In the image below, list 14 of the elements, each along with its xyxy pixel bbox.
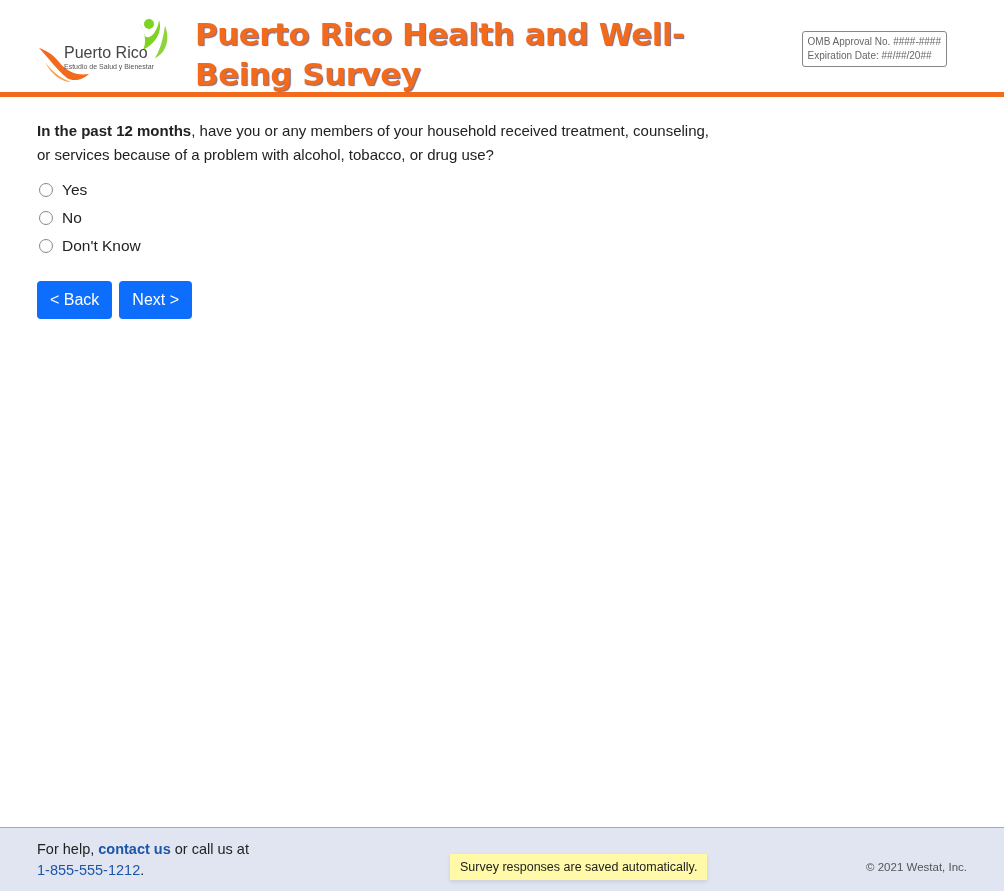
option-label[interactable]: No [62, 209, 82, 227]
help-text: For help, contact us or call us at 1-855-555-1212. [37, 839, 250, 880]
survey-title: Puerto Rico Health and Well-Being Survey [195, 15, 686, 94]
nav-button[interactable]: < Back [37, 281, 113, 319]
omb-line: Expiration Date: ##/##/20## [807, 49, 933, 63]
question-text: In the past 12 months, have you or any members of your household received treatment, counseling, or services because of a problem with alcohol, tobacco, or drug use? [37, 121, 710, 165]
option-label[interactable]: Don't Know [62, 237, 141, 255]
option-label[interactable]: Yes [62, 181, 88, 199]
save-notice: Survey responses are saved automatically. [450, 853, 708, 880]
contact-link[interactable]: contact us [98, 840, 171, 857]
copyright-text: © 2021 Westat, Inc. [866, 860, 967, 873]
nav-button[interactable]: Next > [119, 281, 193, 319]
logo-name: Puerto Rico [64, 44, 148, 62]
omb-line: OMB Approval No. ####-#### [807, 35, 941, 49]
